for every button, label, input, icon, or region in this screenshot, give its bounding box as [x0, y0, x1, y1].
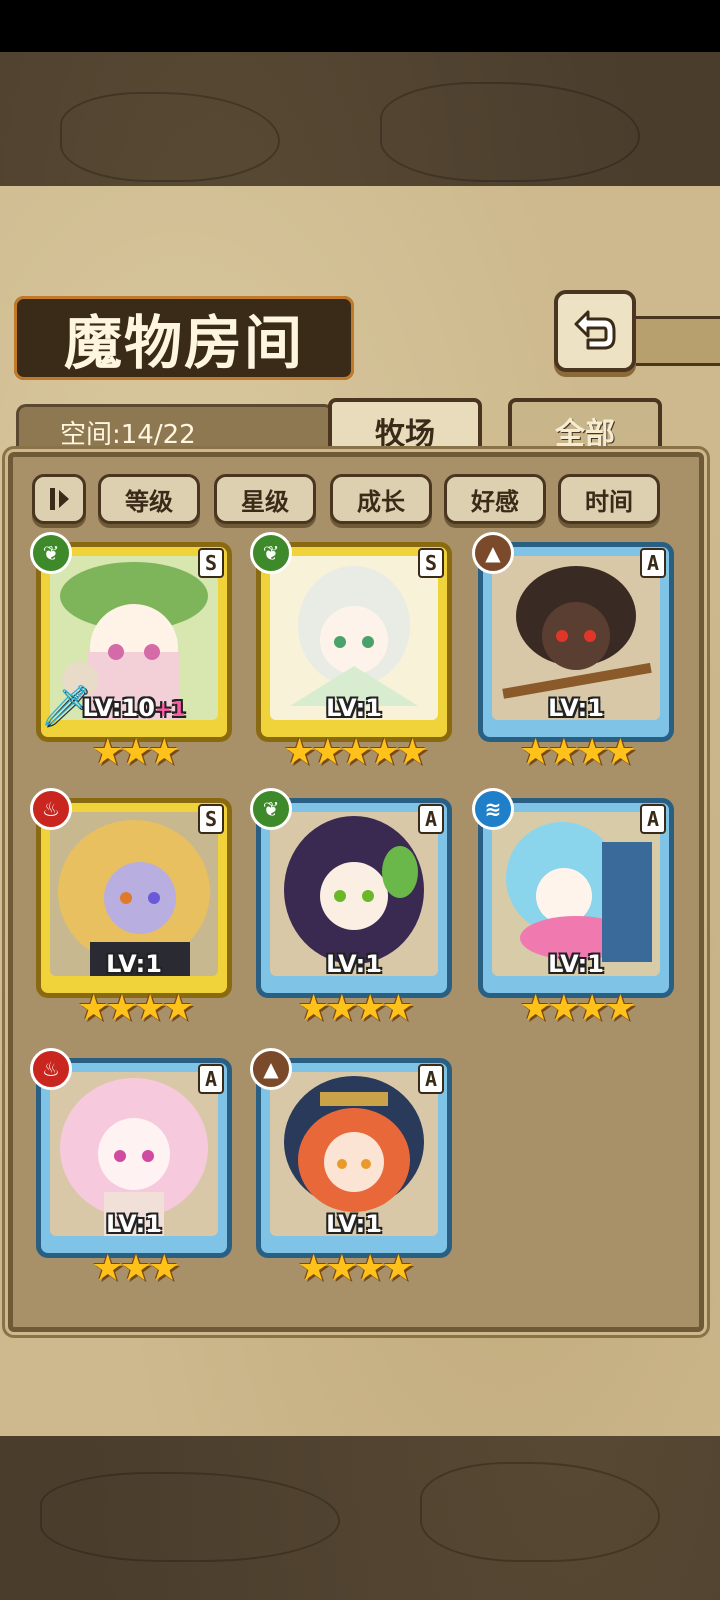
star-rating: ★★★★ — [519, 988, 636, 1029]
monster-card[interactable]: ♨ A LV:1 ★★★ — [30, 1048, 232, 1289]
space-counter: 空间:14/22 — [60, 420, 196, 450]
monster-card[interactable]: ▲ A LV:1 ★★★★ — [250, 1048, 452, 1289]
rank-badge: A — [418, 804, 444, 834]
level-label: LV:1 — [548, 950, 604, 978]
filter-growth[interactable]: 成长 — [330, 474, 432, 524]
fire-element-icon: ♨ — [30, 1048, 72, 1090]
rank-badge: S — [418, 548, 444, 578]
page-title-banner: 魔物房间 — [14, 296, 354, 380]
level-label: LV:1 — [106, 950, 162, 978]
level-label: LV:1 — [326, 1210, 382, 1238]
rank-badge: A — [418, 1064, 444, 1094]
star-rating: ★★★ — [91, 732, 181, 773]
tab-ranch[interactable]: 牧场 — [328, 398, 482, 460]
star-rating: ★★★ — [91, 1248, 181, 1289]
tab-all[interactable]: 全部 — [508, 398, 662, 460]
monster-card[interactable]: ❦ S LV:1 ★★★★★ — [250, 532, 452, 773]
sort-toggle-button[interactable] — [32, 474, 86, 524]
filter-level[interactable]: 等级 — [98, 474, 200, 524]
level-label: LV:1 — [326, 694, 382, 722]
earth-element-icon: ▲ — [472, 532, 514, 574]
monster-card[interactable]: ▲ A LV:1 ★★★★ — [472, 532, 674, 773]
rank-badge: A — [198, 1064, 224, 1094]
leaf-element-icon: ❦ — [250, 532, 292, 574]
filter-time[interactable]: 时间 — [558, 474, 660, 524]
earth-element-icon: ▲ — [250, 1048, 292, 1090]
rank-badge: A — [640, 548, 666, 578]
monster-card[interactable]: ❦ S 🗡 LV:10+1 ★★★ — [30, 532, 232, 773]
back-bar — [634, 316, 720, 366]
star-rating: ★★★★★ — [283, 732, 428, 773]
fire-element-icon: ♨ — [30, 788, 72, 830]
leaf-element-icon: ❦ — [30, 532, 72, 574]
sort-toggle-icon — [50, 488, 69, 510]
status-bar — [0, 0, 720, 52]
level-label: LV:1 — [548, 694, 604, 722]
level-label: LV:1 — [326, 950, 382, 978]
rank-badge: S — [198, 548, 224, 578]
monster-card[interactable]: ≋ A LV:1 ★★★★ — [472, 788, 674, 1029]
star-rating: ★★★★ — [297, 988, 414, 1029]
leaf-element-icon: ❦ — [250, 788, 292, 830]
page-title: 魔物房间 — [63, 309, 304, 377]
monster-card[interactable]: ❦ A LV:1 ★★★★ — [250, 788, 452, 1029]
rank-badge: A — [640, 804, 666, 834]
level-label: LV:10+1 — [82, 694, 186, 722]
filter-affection[interactable]: 好感 — [444, 474, 546, 524]
back-arrow-icon — [574, 310, 616, 350]
water-element-icon: ≋ — [472, 788, 514, 830]
star-rating: ★★★★ — [77, 988, 194, 1029]
monster-card[interactable]: ♨ S LV:1 ★★★★ — [30, 788, 232, 1029]
rank-badge: S — [198, 804, 224, 834]
level-bonus: +1 — [154, 697, 186, 721]
back-button[interactable] — [554, 290, 636, 372]
star-rating: ★★★★ — [297, 1248, 414, 1289]
star-rating: ★★★★ — [519, 732, 636, 773]
filter-stars[interactable]: 星级 — [214, 474, 316, 524]
level-label: LV:1 — [106, 1210, 162, 1238]
